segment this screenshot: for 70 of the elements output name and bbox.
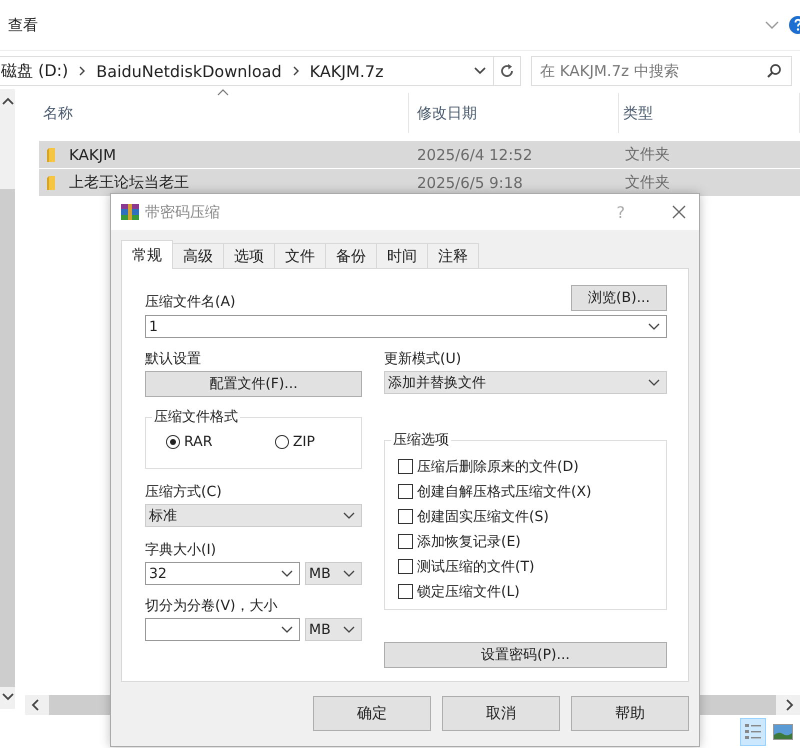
breadcrumb[interactable]: BaiduNetdiskDownload — [96, 62, 282, 80]
file-row[interactable]: 上老王论坛当老王 2025/6/5 9:18 文件夹 — [39, 169, 800, 196]
search-field[interactable]: 在 KAKJM.7z 中搜索 — [531, 56, 792, 86]
view-menu[interactable]: 查看 — [8, 16, 38, 34]
refresh-button[interactable] — [494, 56, 521, 86]
modified-date: 2025/6/4 12:52 — [417, 146, 532, 164]
tab[interactable]: 高级 — [173, 243, 224, 268]
checkbox-option[interactable]: 创建固实压缩文件(S) — [385, 507, 666, 526]
modified-date: 2025/6/5 9:18 — [417, 174, 523, 192]
field-label: 更新模式(U) — [384, 350, 462, 368]
file-type: 文件夹 — [625, 145, 670, 164]
address-bar[interactable]: 磁盘 (D:) BaiduNetdiskDownload KAKJM.7z — [0, 56, 494, 86]
tab[interactable]: 选项 — [224, 243, 275, 268]
checkbox-option[interactable]: 锁定压缩文件(L) — [385, 582, 666, 601]
field-label: 压缩方式(C) — [145, 483, 223, 501]
method-dropdown[interactable]: 标准 — [145, 504, 362, 527]
browse-button[interactable]: 浏览(B)... — [571, 285, 667, 311]
tab[interactable]: 注释 — [428, 243, 479, 268]
tab[interactable]: 备份 — [326, 243, 377, 268]
file-name: 上老王论坛当老王 — [69, 173, 189, 192]
profiles-button[interactable]: 配置文件(F)... — [145, 371, 362, 397]
checkbox-option[interactable]: 压缩后删除原来的文件(D) — [385, 457, 666, 476]
chevron-right-icon — [292, 66, 300, 76]
column-header[interactable]: 名称 — [43, 104, 73, 122]
group-title: 压缩选项 — [391, 431, 451, 449]
update-mode-dropdown[interactable]: 添加并替换文件 — [384, 371, 667, 394]
column-header[interactable]: 类型 — [623, 104, 653, 122]
field-label: 默认设置 — [145, 350, 202, 368]
file-row[interactable]: KAKJM 2025/6/4 12:52 文件夹 — [39, 141, 800, 168]
details-view-button[interactable] — [740, 718, 766, 746]
close-icon[interactable] — [671, 204, 687, 220]
set-password-button[interactable]: 设置密码(P)... — [384, 642, 667, 668]
image-icon — [773, 724, 793, 740]
scroll-right-icon[interactable] — [786, 699, 794, 711]
radio-option[interactable]: ZIP — [274, 434, 315, 450]
unit-dropdown[interactable]: MB — [305, 562, 362, 585]
field-label: 压缩文件名(A) — [145, 293, 236, 311]
tab[interactable]: 时间 — [377, 243, 428, 268]
field-label: 字典大小(I) — [145, 541, 218, 559]
breadcrumb[interactable]: KAKJM.7z — [310, 62, 384, 80]
column-header[interactable]: 修改日期 — [417, 104, 477, 122]
radio-option[interactable]: RAR — [166, 434, 212, 450]
scroll-up-icon[interactable] — [2, 97, 14, 105]
tab[interactable]: 文件 — [275, 243, 326, 268]
archive-name-field[interactable]: 1 — [145, 315, 667, 338]
file-name: KAKJM — [69, 146, 116, 164]
field-label: 切分为分卷(V)，大小 — [145, 597, 279, 615]
checkbox-option[interactable]: 添加恢复记录(E) — [385, 532, 666, 551]
checkbox-option[interactable]: 测试压缩的文件(T) — [385, 557, 666, 576]
chevron-down-icon[interactable] — [473, 66, 487, 76]
search-icon — [766, 63, 782, 79]
breadcrumb[interactable]: 磁盘 (D:) — [1, 60, 68, 82]
group-title: 压缩文件格式 — [152, 408, 240, 426]
dictionary-size-field[interactable]: 32 — [145, 562, 300, 585]
refresh-icon — [498, 62, 516, 80]
tab[interactable]: 常规 — [121, 240, 173, 269]
dialog-button[interactable]: 确定 — [313, 696, 431, 731]
dialog-button[interactable]: 取消 — [442, 696, 560, 731]
chevron-right-icon — [78, 66, 86, 76]
dialog-title: 带密码压缩 — [145, 202, 221, 222]
unit-dropdown[interactable]: MB — [305, 618, 362, 641]
checkbox-option[interactable]: 创建自解压格式压缩文件(X) — [385, 482, 666, 501]
sort-up-icon — [217, 89, 229, 96]
scroll-left-icon[interactable] — [31, 699, 39, 711]
dialog-button[interactable]: 帮助 — [571, 696, 689, 731]
scroll-down-icon[interactable] — [2, 693, 14, 701]
file-type: 文件夹 — [625, 173, 670, 192]
archive-app-icon — [121, 204, 139, 220]
vertical-scrollbar[interactable] — [0, 89, 15, 709]
split-size-field[interactable] — [145, 618, 300, 641]
